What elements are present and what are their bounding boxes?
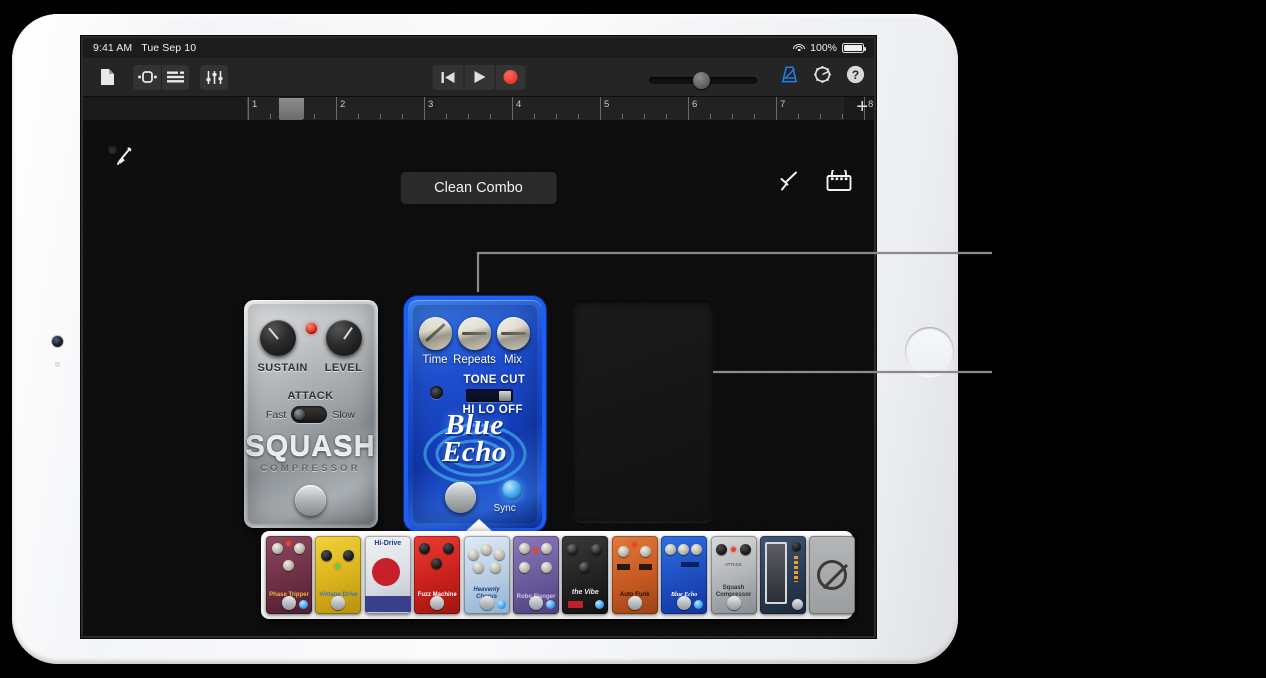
attack-switch[interactable] — [291, 406, 328, 423]
transport-controls — [432, 64, 525, 90]
browser-pedal-label: Hi-Drive — [374, 540, 402, 547]
pedal-browser-tray: Phase Tripper Vintage Drive Hi-Drive Fuz… — [261, 531, 856, 619]
ruler-bar-label: 7 — [780, 99, 786, 110]
browser-pedal-the-vibe[interactable]: the Vibe — [562, 536, 609, 614]
playhead[interactable] — [279, 98, 304, 128]
browser-pedal-blue-echo[interactable]: Blue Echo — [661, 536, 708, 614]
sync-label: Sync — [493, 503, 516, 514]
tray-pointer — [465, 519, 492, 531]
ipad-screen: 9:41 AM Tue Sep 10 100% ? 1 2 3 4 5 6 7 … — [83, 38, 874, 636]
pedalboard-top-right-icons — [778, 165, 852, 197]
ruler-bar-label: 3 — [428, 99, 434, 110]
browser-pedal-label: the Vibe — [571, 588, 599, 596]
metronome-icon[interactable] — [780, 65, 799, 89]
ruler-bar-label: 6 — [692, 99, 698, 110]
mix-knob[interactable] — [496, 317, 530, 350]
blue-echo-logo: Blue Echo — [408, 409, 542, 468]
repeats-knob[interactable] — [457, 317, 491, 350]
squash-footswitch[interactable] — [289, 485, 331, 516]
mix-label: Mix — [504, 354, 522, 366]
browser-pedal-phase-tripper[interactable]: Phase Tripper — [266, 536, 312, 614]
pedalboard-area: Clean Combo SUSTAIN LEVEL ATTACK Fast Sl… — [83, 120, 874, 636]
ruler-bar-label: 4 — [516, 99, 522, 110]
pedal-squash-compressor[interactable]: SUSTAIN LEVEL ATTACK Fast Slow SQUASH CO… — [243, 300, 378, 528]
guitar-input-icon[interactable] — [114, 146, 136, 173]
track-view-icon[interactable] — [161, 64, 189, 90]
browser-pedal-fuzz-machine[interactable]: Fuzz Machine — [414, 536, 461, 614]
ruler-track[interactable]: 1 2 3 4 5 6 7 8 — [247, 97, 873, 120]
svg-text:?: ? — [852, 68, 859, 82]
volume-slider-knob[interactable] — [693, 72, 710, 89]
pedal-blue-echo[interactable]: Time Repeats Mix TONE CUT HI LO OFF Blue… — [407, 300, 542, 528]
ruler-bar-label: 5 — [604, 99, 610, 110]
squash-subtitle: COMPRESSOR — [260, 463, 361, 474]
level-knob[interactable] — [325, 320, 362, 356]
rewind-icon[interactable] — [432, 64, 463, 90]
ruler-bar-label: 8 — [868, 99, 874, 110]
status-date: Tue Sep 10 — [141, 42, 197, 54]
status-bar: 9:41 AM Tue Sep 10 100% — [83, 38, 874, 58]
record-icon[interactable] — [494, 64, 525, 90]
main-toolbar: ? — [83, 58, 874, 97]
status-led-icon — [305, 323, 317, 334]
status-time: 9:41 AM — [93, 42, 133, 54]
browser-pedal-vintage-drive[interactable]: Vintage Drive — [315, 536, 362, 614]
tone-cut-label: TONE CUT — [463, 374, 526, 386]
screenshot-root: 9:41 AM Tue Sep 10 100% ? 1 2 3 4 5 6 7 … — [0, 0, 1266, 678]
add-track-button[interactable]: + — [856, 97, 868, 117]
attack-slow-label: Slow — [332, 408, 356, 421]
master-volume-slider[interactable] — [649, 72, 757, 89]
browser-pedal-robo-flanger[interactable]: Robo Flanger — [512, 536, 559, 614]
pedal-row: SUSTAIN LEVEL ATTACK Fast Slow SQUASH CO… — [83, 300, 874, 528]
timeline-ruler[interactable]: 1 2 3 4 5 6 7 8 + — [83, 97, 874, 128]
time-knob[interactable] — [418, 317, 452, 350]
tone-cut-switch[interactable] — [465, 389, 513, 402]
help-icon[interactable]: ? — [846, 65, 865, 89]
tuner-icon[interactable] — [778, 170, 800, 197]
home-button[interactable] — [905, 327, 954, 376]
attack-fast-label: Fast — [265, 408, 287, 421]
no-pedal-icon — [817, 560, 848, 590]
front-camera-icon — [52, 336, 63, 347]
play-icon[interactable] — [463, 64, 494, 90]
level-label: LEVEL — [324, 362, 363, 374]
attack-label: ATTACK — [287, 390, 334, 402]
blue-echo-line2: Echo — [442, 435, 507, 468]
sustain-label: SUSTAIN — [257, 362, 308, 374]
blue-echo-line1: Blue — [445, 409, 504, 441]
view-toggle-group — [133, 64, 189, 90]
sync-led-icon[interactable] — [501, 480, 522, 500]
battery-icon — [842, 43, 867, 53]
sustain-knob[interactable] — [259, 320, 296, 356]
gear-icon[interactable] — [813, 65, 832, 89]
squash-title: SQUASH — [245, 430, 376, 462]
document-icon[interactable] — [92, 65, 122, 90]
preset-name-button[interactable]: Clean Combo — [400, 172, 557, 204]
browser-pedal-blue-stage[interactable]: Blue Stage — [759, 536, 806, 614]
blue-echo-footswitch[interactable] — [439, 482, 481, 513]
loop-browser-icon[interactable] — [133, 64, 161, 90]
ambient-sensor-icon — [55, 362, 60, 367]
browser-pedal-none[interactable]: None — [809, 536, 856, 614]
browser-pedal-heavenly-chorus[interactable]: Heavenly Chorus — [463, 536, 510, 614]
empty-pedal-slot[interactable] — [571, 300, 714, 522]
amp-icon[interactable] — [826, 165, 852, 197]
battery-percent: 100% — [810, 42, 837, 54]
browser-pedal-auto-funk[interactable]: Auto Funk — [611, 536, 658, 614]
browser-pedal-hi-drive[interactable]: Hi-Drive — [364, 536, 411, 614]
wifi-icon — [793, 43, 806, 53]
ruler-bar-label: 1 — [252, 99, 258, 110]
ruler-bar-label: 2 — [340, 99, 346, 110]
jack-icon — [429, 386, 443, 399]
mixer-icon[interactable] — [200, 64, 228, 90]
browser-pedal-squash-compressor[interactable]: ATTACK Squash Compressor — [710, 536, 757, 614]
